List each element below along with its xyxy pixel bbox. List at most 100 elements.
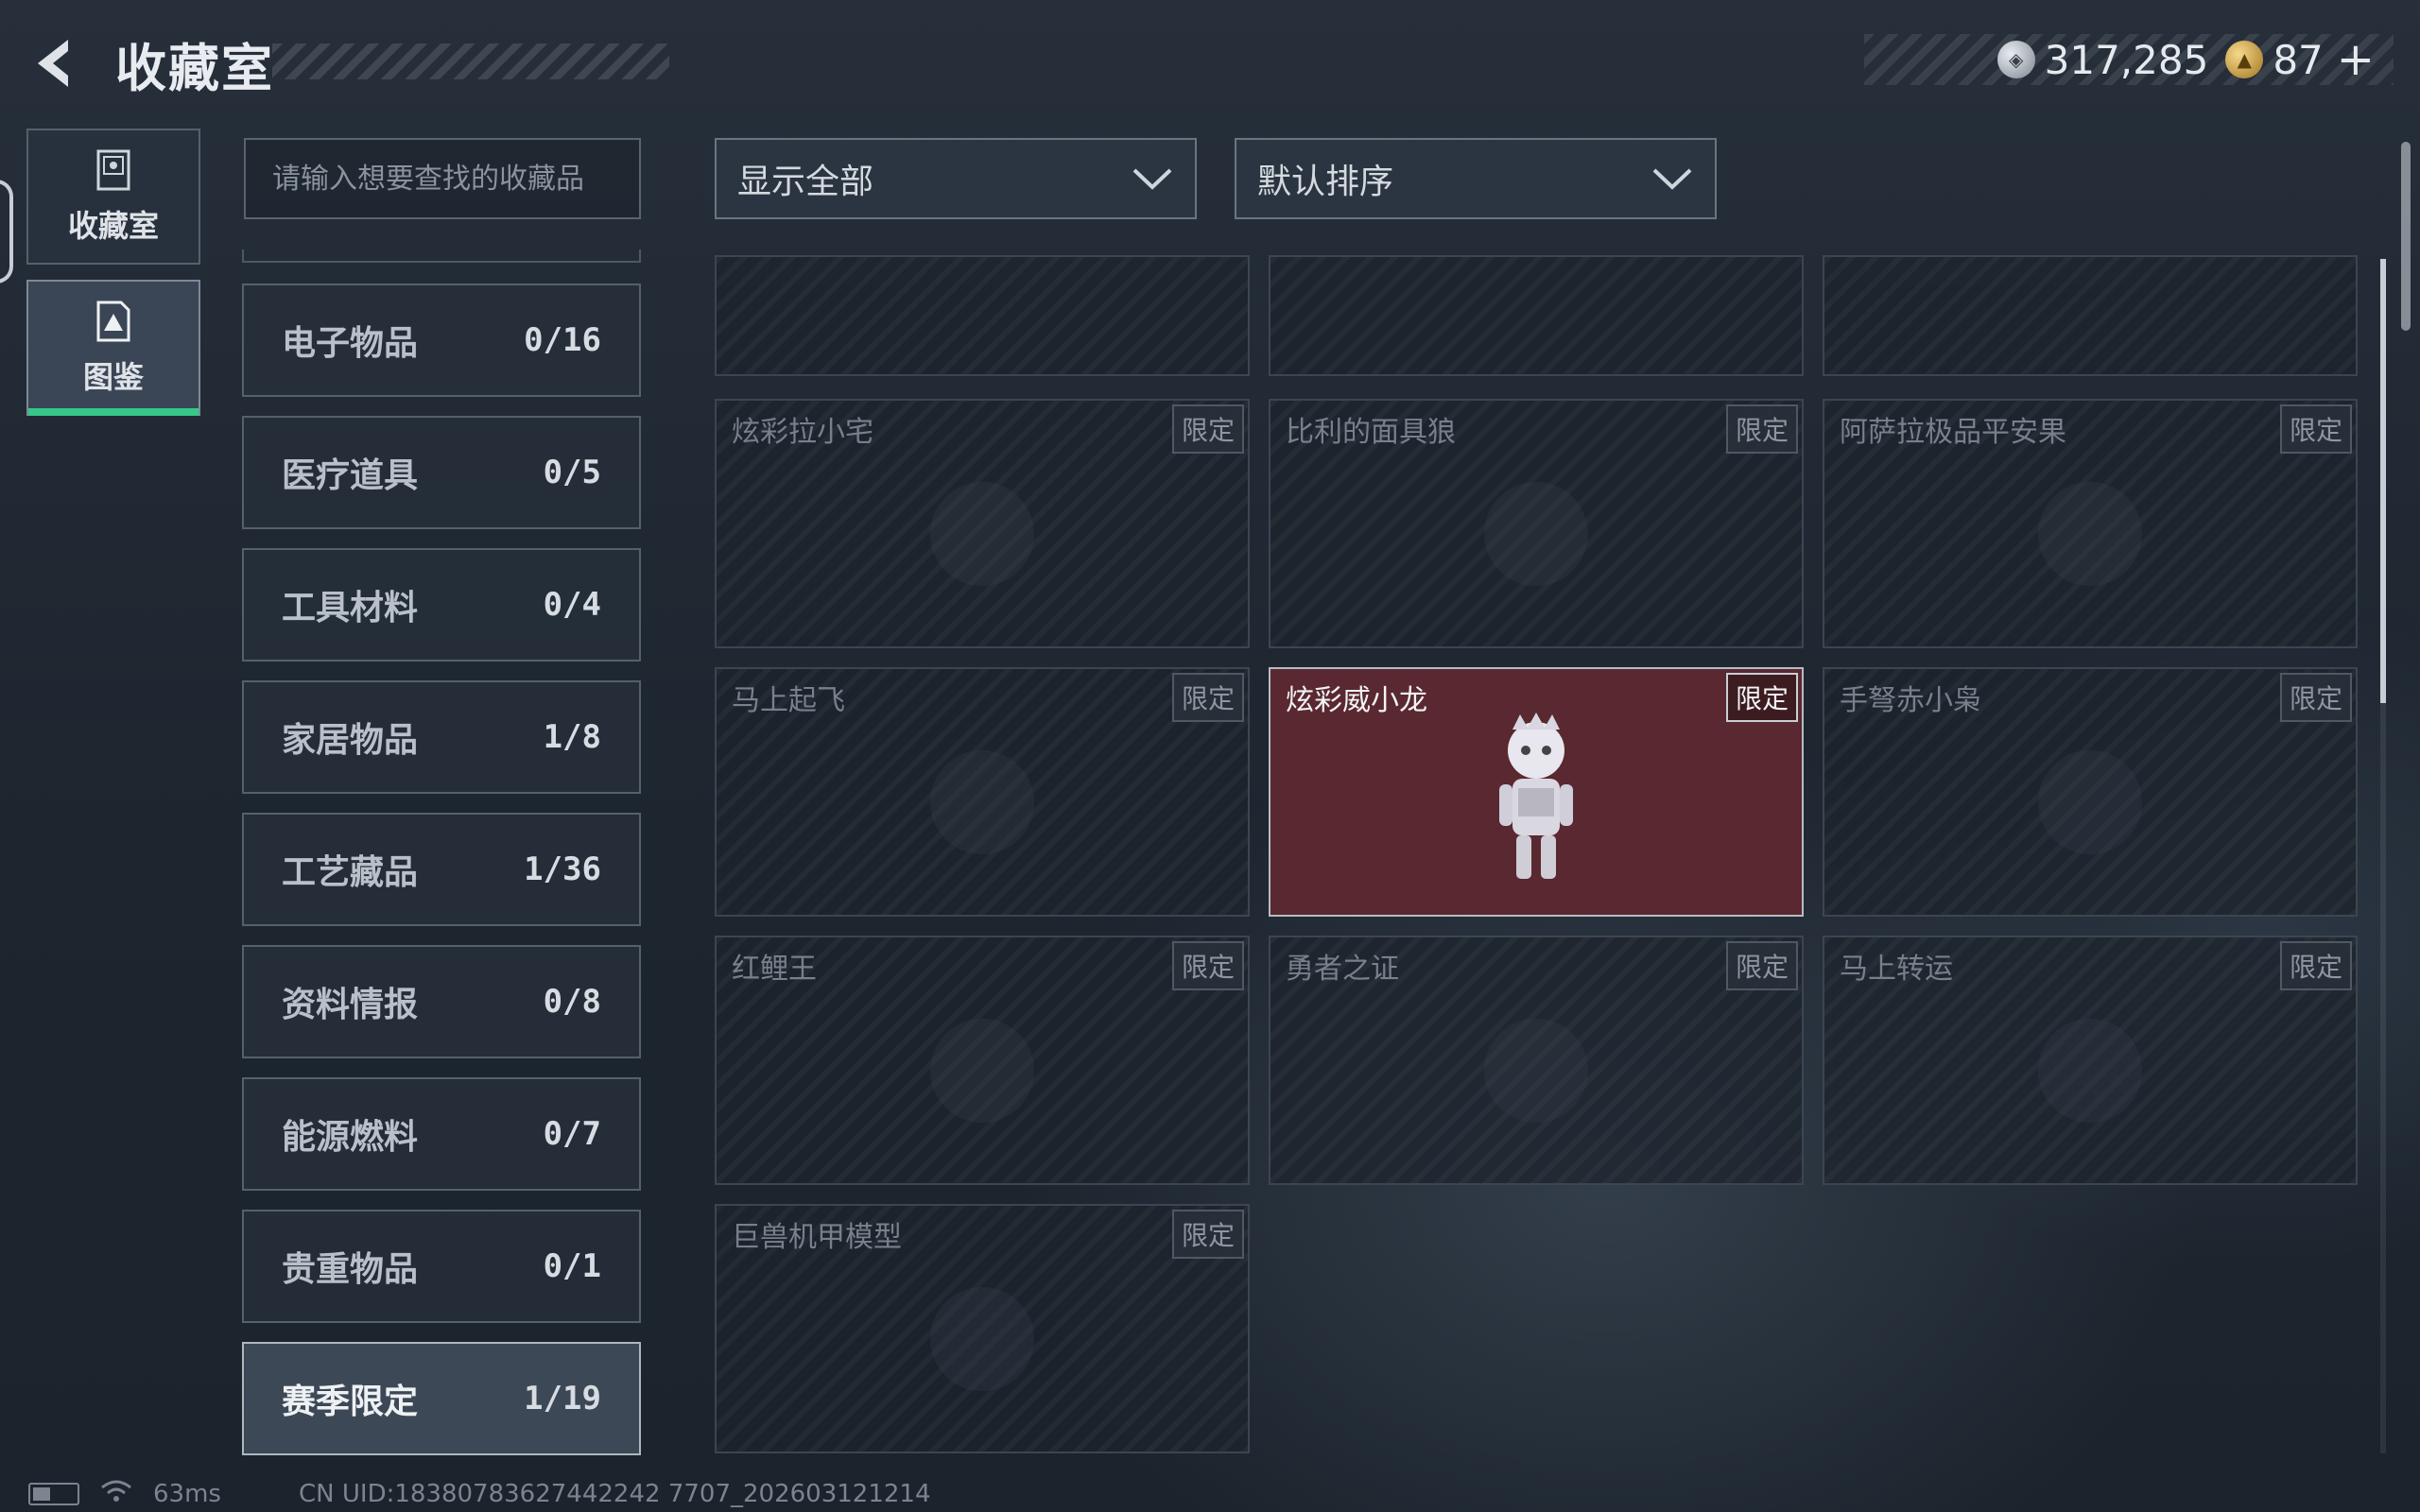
gold-amount: 87: [2273, 36, 2324, 83]
sort-dropdown[interactable]: 默认排序: [1235, 138, 1717, 219]
currency-gold[interactable]: ▲ 87 +: [2225, 33, 2375, 86]
collection-card-partial[interactable]: [1269, 255, 1804, 376]
rail-tab-label: 收藏室: [67, 208, 159, 244]
collection-card[interactable]: 手弩赤小枭 限定: [1823, 667, 2358, 917]
collection-card[interactable]: 炫彩威小龙 限定: [1269, 667, 1804, 917]
collection-card[interactable]: 马上起飞 限定: [715, 667, 1250, 917]
rail-edge-handle[interactable]: [0, 180, 13, 284]
item-thumbnail: [916, 468, 1048, 604]
collection-card[interactable]: 炫彩拉小宅 限定: [715, 399, 1250, 648]
grid-scrollbar-thumb[interactable]: [2380, 259, 2386, 703]
collection-grid: 炫彩拉小宅 限定 比利的面具狼 限定 阿萨拉极品平安果 限定 马上起飞 限定 炫彩威小龙 限定 手…: [715, 255, 2360, 1455]
category-item[interactable]: 工具材料 0/4: [242, 548, 641, 662]
search-input[interactable]: [272, 162, 639, 196]
display-filter-dropdown[interactable]: 显示全部: [715, 138, 1197, 219]
category-name: 家居物品: [282, 721, 419, 760]
chevron-down-icon: [1132, 168, 1172, 190]
collection-card[interactable]: 比利的面具狼 限定: [1269, 399, 1804, 648]
category-item[interactable]: 赛季限定 1/19: [242, 1342, 641, 1455]
limited-badge: 限定: [1725, 404, 1798, 454]
item-thumbnail: [2024, 468, 2156, 604]
category-name: 赛季限定: [282, 1383, 419, 1421]
category-name: 能源燃料: [282, 1118, 419, 1157]
collection-card[interactable]: 勇者之证 限定: [1269, 936, 1804, 1185]
item-name: 比利的面具狼: [1286, 416, 1456, 449]
wifi-icon: [100, 1479, 132, 1510]
category-count: 0/16: [524, 321, 601, 359]
item-thumbnail: [2024, 1005, 2156, 1141]
collection-card[interactable]: 阿萨拉极品平安果 限定: [1823, 399, 2358, 648]
item-name: 阿萨拉极品平安果: [1840, 416, 2066, 449]
chevron-down-icon: [1652, 168, 1692, 190]
category-item[interactable]: 工艺藏品 1/36: [242, 813, 641, 926]
item-thumbnail: [916, 1005, 1048, 1141]
uid-text: CN UID:18380783627442242 7707_2026031212…: [299, 1480, 931, 1508]
category-count: 0/5: [543, 454, 601, 491]
currency-silver[interactable]: ◈ 317,285: [1996, 36, 2209, 83]
collection-card-partial[interactable]: [1823, 255, 2358, 376]
category-item[interactable]: 能源燃料 0/7: [242, 1077, 641, 1191]
limited-badge: 限定: [2279, 941, 2352, 990]
category-item[interactable]: 家居物品 1/8: [242, 680, 641, 794]
rail-tab-codex[interactable]: 图鉴: [26, 280, 200, 416]
silver-amount: 317,285: [2044, 36, 2209, 83]
category-name: 贵重物品: [282, 1250, 419, 1289]
category-count: 0/8: [543, 983, 601, 1021]
title-area: 收藏室: [102, 25, 669, 100]
category-name: 工艺藏品: [282, 853, 419, 892]
limited-badge: 限定: [1171, 404, 1244, 454]
item-name: 马上起飞: [732, 684, 845, 717]
item-thumbnail: [2024, 736, 2156, 872]
gold-coin-icon: ▲: [2225, 41, 2264, 78]
page-title: 收藏室: [115, 39, 274, 98]
category-item[interactable]: 资料情报 0/8: [242, 945, 641, 1058]
category-name: 工具材料: [282, 589, 419, 627]
silver-coin-icon: ◈: [1996, 41, 2035, 78]
item-thumbnail: [916, 736, 1048, 872]
limited-badge: 限定: [1725, 941, 1798, 990]
rail-tab-collection[interactable]: 收藏室: [26, 129, 200, 265]
title-decoration: [272, 43, 669, 79]
item-thumbnail: [1484, 713, 1588, 896]
category-item[interactable]: 电子物品 0/16: [242, 284, 641, 397]
limited-badge: 限定: [2279, 404, 2352, 454]
collection-card[interactable]: 红鲤王 限定: [715, 936, 1250, 1185]
category-count: 0/7: [543, 1115, 601, 1153]
item-thumbnail: [1470, 1005, 1602, 1141]
currency-bar: ◈ 317,285 ▲ 87 +: [1864, 33, 2394, 86]
rail-tab-label: 图鉴: [82, 359, 144, 395]
add-currency-button[interactable]: +: [2337, 33, 2375, 86]
search-field[interactable]: [244, 138, 641, 219]
limited-badge: 限定: [1171, 1210, 1244, 1259]
item-name: 炫彩威小龙: [1286, 684, 1427, 717]
display-filter-value: 显示全部: [737, 163, 874, 201]
status-bar: 63ms: [28, 1480, 221, 1508]
category-count: 0/4: [543, 586, 601, 624]
top-bar: 收藏室 ◈ 317,285 ▲ 87 +: [0, 0, 2420, 123]
collection-card-partial[interactable]: [715, 255, 1250, 376]
item-name: 马上转运: [1840, 953, 1953, 986]
limited-badge: 限定: [2279, 673, 2352, 722]
back-arrow-icon[interactable]: [26, 34, 85, 93]
category-item[interactable]: 医疗道具 0/5: [242, 416, 641, 529]
item-thumbnail: [1470, 468, 1602, 604]
item-thumbnail: [916, 1273, 1048, 1409]
category-name: 电子物品: [282, 324, 419, 363]
category-count: 1/36: [524, 850, 601, 888]
category-name: 资料情报: [282, 986, 419, 1024]
category-name: 医疗道具: [282, 456, 419, 495]
battery-icon: [28, 1483, 79, 1505]
category-item[interactable]: 贵重物品 0/1: [242, 1210, 641, 1323]
sort-value: 默认排序: [1257, 163, 1394, 201]
item-name: 勇者之证: [1286, 953, 1399, 986]
codex-icon: [96, 301, 130, 342]
limited-badge: 限定: [1171, 673, 1244, 722]
item-name: 巨兽机甲模型: [732, 1221, 902, 1254]
latency-text: 63ms: [153, 1480, 221, 1508]
collection-card[interactable]: 巨兽机甲模型 限定: [715, 1204, 1250, 1453]
limited-badge: 限定: [1725, 673, 1798, 722]
page-scrollbar[interactable]: [2401, 142, 2411, 331]
collection-card[interactable]: 马上转运 限定: [1823, 936, 2358, 1185]
cabinet-icon: [96, 149, 130, 191]
category-count: 0/1: [543, 1247, 601, 1285]
